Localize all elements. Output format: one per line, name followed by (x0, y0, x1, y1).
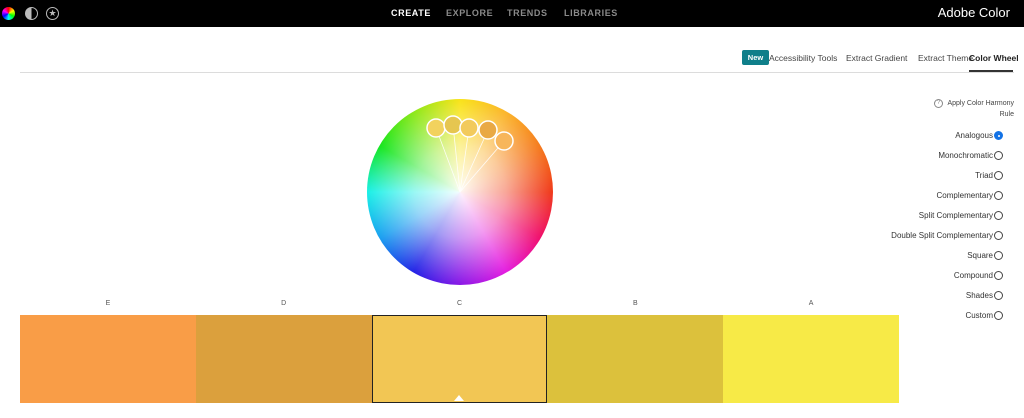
tab-extract-theme[interactable]: Extract Theme (918, 53, 973, 63)
tabs-divider (20, 72, 1014, 73)
radio-button[interactable] (994, 251, 1003, 260)
nav-explore[interactable]: EXPLORE (446, 8, 493, 18)
radio-button[interactable] (994, 231, 1003, 240)
contrast-icon[interactable] (25, 7, 38, 20)
wheel-handles (426, 115, 514, 193)
wheel-handle[interactable] (443, 115, 463, 135)
harmony-rule-label: Split Complementary (918, 211, 993, 220)
swatch-label-d: D (281, 300, 287, 307)
color-swatches (20, 315, 899, 403)
swatch-d[interactable] (195, 315, 372, 403)
swatch-labels: EDCBA (20, 300, 899, 312)
radio-button[interactable] (994, 291, 1003, 300)
new-badge: New (742, 50, 769, 65)
harmony-rule-split-complementary[interactable]: Split Complementary (919, 211, 1003, 220)
tab-accessibility-tools[interactable]: Accessibility Tools (769, 53, 837, 63)
nav-create[interactable]: CREATE (391, 8, 431, 18)
radio-button[interactable] (994, 211, 1003, 220)
harmony-rule-label: Double Split Complementary (891, 231, 993, 240)
swatch-label-a: A (808, 300, 814, 307)
harmony-rule-label: Monochromatic (938, 151, 993, 160)
swatch-label-b: B (632, 300, 638, 307)
radio-button[interactable] (994, 131, 1003, 140)
harmony-rule-custom[interactable]: Custom (965, 311, 1003, 320)
tab-color-wheel[interactable]: Color Wheel (969, 53, 1019, 63)
adobe-color-logo-icon[interactable] (2, 7, 15, 20)
harmony-help-label: Apply Color Harmony Rule (947, 100, 1014, 118)
tab-extract-gradient[interactable]: Extract Gradient (846, 53, 907, 63)
swatch-label-e: E (105, 300, 111, 307)
harmony-rule-shades[interactable]: Shades (966, 291, 1003, 300)
swatch-label-c: C (456, 300, 463, 307)
swatch-e[interactable] (20, 315, 196, 403)
harmony-rule-complementary[interactable]: Complementary (937, 191, 1003, 200)
harmony-rule-triad[interactable]: Triad (975, 171, 1003, 180)
wheel-handle[interactable] (478, 120, 498, 140)
harmony-rule-compound[interactable]: Compound (954, 271, 1003, 280)
handle-line (459, 140, 505, 193)
wheel-handle[interactable] (494, 131, 514, 151)
swatch-c[interactable] (371, 315, 548, 403)
harmony-rule-analogous[interactable]: Analogous (955, 131, 1003, 140)
harmony-rule-label: Complementary (936, 191, 993, 200)
radio-button[interactable] (994, 271, 1003, 280)
star-icon[interactable]: ★ (46, 7, 59, 20)
harmony-rule-label: Shades (965, 291, 993, 300)
radio-button[interactable] (994, 191, 1003, 200)
nav-libraries[interactable]: LIBRARIES (564, 8, 618, 18)
radio-button[interactable] (994, 311, 1003, 320)
harmony-rule-double-split-complementary[interactable]: Double Split Complementary (891, 231, 1003, 240)
harmony-rule-label: Triad (975, 171, 993, 180)
brand-title: Adobe Color (937, 5, 1010, 20)
selected-caret-icon (454, 395, 465, 401)
harmony-rule-label: Analogous (955, 131, 993, 140)
swatch-b[interactable] (547, 315, 724, 403)
swatch-a[interactable] (723, 315, 899, 403)
wheel-handle[interactable] (426, 118, 446, 138)
nav-trends[interactable]: TRENDS (507, 8, 548, 18)
wheel-handle[interactable] (459, 118, 479, 138)
harmony-rule-monochromatic[interactable]: Monochromatic (938, 151, 1003, 160)
harmony-rule-square[interactable]: Square (967, 251, 1003, 260)
harmony-rule-label: Square (967, 251, 993, 260)
color-wheel[interactable] (367, 99, 553, 285)
harmony-rule-label: Compound (953, 271, 993, 280)
top-bar: ★ CREATE EXPLORE TRENDS LIBRARIES Adobe … (0, 0, 1024, 27)
radio-button[interactable] (994, 171, 1003, 180)
harmony-rule-label: Custom (965, 311, 993, 320)
radio-button[interactable] (994, 151, 1003, 160)
